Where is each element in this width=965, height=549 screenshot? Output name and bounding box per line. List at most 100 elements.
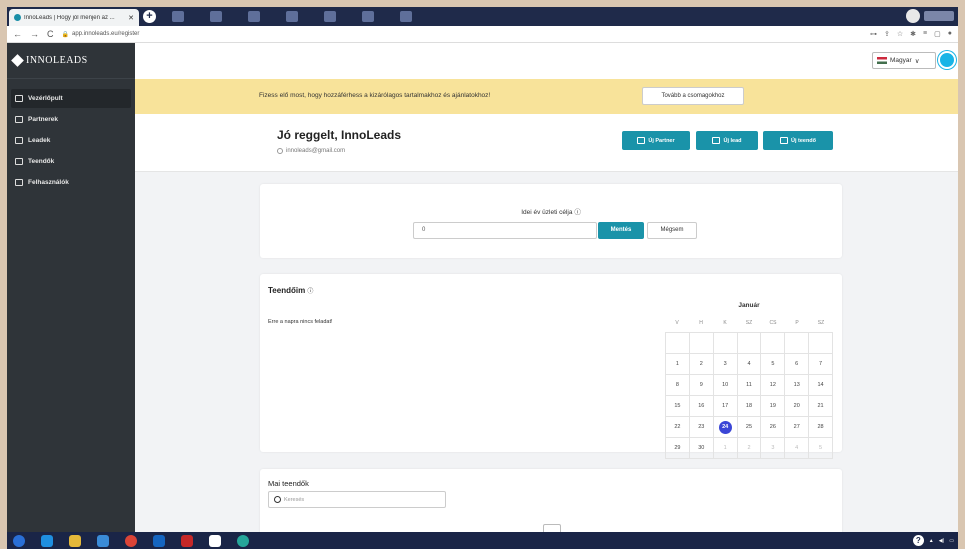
- calendar-day[interactable]: 20: [785, 396, 810, 417]
- calendar-day[interactable]: 12: [761, 375, 786, 396]
- calendar-day[interactable]: 9: [689, 375, 714, 396]
- calendar-day[interactable]: 8: [666, 375, 690, 396]
- browser-tab[interactable]: InnoLeads | Hogy jól menjen az ... ✕: [9, 9, 139, 26]
- calendar-day[interactable]: 13: [785, 375, 810, 396]
- playlist-icon[interactable]: ≡: [923, 30, 927, 38]
- window-buttons[interactable]: [924, 11, 954, 21]
- calendar-day[interactable]: 21: [809, 396, 833, 417]
- language-select[interactable]: Magyar ∨: [872, 52, 936, 69]
- sidebar-item-todos[interactable]: Teendők: [11, 152, 131, 171]
- forward-button[interactable]: →: [30, 29, 39, 39]
- app-icon[interactable]: [286, 11, 298, 22]
- volume-icon[interactable]: ◀): [939, 538, 945, 544]
- new-todo-button[interactable]: Új teendő: [763, 131, 833, 150]
- sidebar-item-leads[interactable]: Leadek: [11, 131, 131, 150]
- sidebar-icon[interactable]: ▢: [934, 30, 941, 38]
- calendar-day[interactable]: 18: [737, 396, 762, 417]
- app-icon[interactable]: [172, 11, 184, 22]
- app-icon[interactable]: [324, 11, 336, 22]
- calendar-day[interactable]: [737, 333, 762, 354]
- app-icon[interactable]: [209, 534, 221, 547]
- calendar-day[interactable]: 5: [809, 438, 833, 459]
- calendar-day[interactable]: 10: [713, 375, 738, 396]
- avatar[interactable]: [938, 51, 956, 69]
- calendar-day[interactable]: 29: [666, 438, 690, 459]
- calendar-day[interactable]: 16: [689, 396, 714, 417]
- goal-input[interactable]: 0: [413, 222, 597, 239]
- packages-button[interactable]: Tovább a csomagokhoz: [642, 87, 744, 105]
- sidebar-item-partners[interactable]: Partnerek: [11, 110, 131, 129]
- file-explorer-icon[interactable]: [69, 534, 81, 547]
- calendar-day[interactable]: 2: [689, 354, 714, 375]
- edge-icon[interactable]: [41, 534, 53, 547]
- calendar-day[interactable]: 5: [761, 354, 786, 375]
- calendar-day[interactable]: 7: [809, 354, 833, 375]
- calendar-weekday: CS: [769, 320, 777, 326]
- calendar-day[interactable]: 1: [713, 438, 738, 459]
- calendar-day[interactable]: 28: [809, 417, 833, 438]
- calendar-weekday: K: [723, 320, 727, 326]
- sidebar-item-dashboard[interactable]: Vezérlőpult: [11, 89, 131, 108]
- calendar-day[interactable]: 3: [713, 354, 738, 375]
- calendar-day[interactable]: 11: [737, 375, 762, 396]
- new-tab-button[interactable]: +: [143, 10, 156, 23]
- app-icon[interactable]: [97, 534, 109, 547]
- tab-close-icon[interactable]: ✕: [128, 14, 134, 22]
- calendar-day[interactable]: 19: [761, 396, 786, 417]
- sidebar-item-users[interactable]: Felhasználók: [11, 173, 131, 192]
- key-icon[interactable]: ⊶: [870, 30, 877, 38]
- extension-icon[interactable]: ✱: [910, 30, 916, 38]
- calendar-day[interactable]: 17: [713, 396, 738, 417]
- info-icon[interactable]: ⓘ: [307, 289, 313, 295]
- calendar-day[interactable]: 15: [666, 396, 690, 417]
- app-icon[interactable]: [400, 11, 412, 22]
- new-lead-button[interactable]: Új lead: [696, 131, 758, 150]
- calendar-day[interactable]: 4: [737, 354, 762, 375]
- calendar-day[interactable]: 2: [737, 438, 762, 459]
- chrome-icon[interactable]: [125, 534, 137, 547]
- clock-icon[interactable]: ▭: [949, 538, 954, 544]
- calendar-day[interactable]: 23: [689, 417, 714, 438]
- calendar-day[interactable]: 24: [713, 417, 738, 438]
- calendar-day[interactable]: [809, 333, 833, 354]
- calendar-day[interactable]: 27: [785, 417, 810, 438]
- share-icon[interactable]: ⇪: [884, 30, 890, 38]
- profile-icon[interactable]: [906, 9, 920, 23]
- save-button[interactable]: Mentés: [598, 222, 644, 239]
- app-icon[interactable]: [362, 11, 374, 22]
- profile-extension-icon[interactable]: ●: [948, 30, 952, 38]
- app-icon[interactable]: [248, 11, 260, 22]
- back-button[interactable]: ←: [13, 29, 22, 39]
- calendar-day[interactable]: [761, 333, 786, 354]
- calendar-day[interactable]: 1: [666, 354, 690, 375]
- calendar-day[interactable]: [785, 333, 810, 354]
- calendar-day[interactable]: 30: [689, 438, 714, 459]
- calendar-day[interactable]: [713, 333, 738, 354]
- app-icon[interactable]: [210, 11, 222, 22]
- email-text: innoleads@gmail.com: [286, 148, 346, 154]
- new-partner-button[interactable]: Új Partner: [622, 131, 690, 150]
- start-icon[interactable]: [13, 534, 25, 547]
- help-icon[interactable]: ?: [912, 535, 924, 546]
- calendar-day[interactable]: 4: [785, 438, 810, 459]
- bookmark-star-icon[interactable]: ☆: [897, 30, 903, 38]
- calendar-day[interactable]: 25: [737, 417, 762, 438]
- cancel-button[interactable]: Mégsem: [647, 222, 697, 239]
- calendar-day[interactable]: 22: [666, 417, 690, 438]
- calendar-day[interactable]: 14: [809, 375, 833, 396]
- calendar-day[interactable]: 3: [761, 438, 786, 459]
- network-icon[interactable]: ▲: [929, 538, 934, 544]
- calendar-day[interactable]: [689, 333, 714, 354]
- info-icon[interactable]: ⓘ: [574, 209, 581, 216]
- logo[interactable]: INNOLEADS: [7, 43, 135, 79]
- calendar-day[interactable]: [666, 333, 690, 354]
- search-input[interactable]: Keresés: [268, 491, 446, 508]
- reload-button[interactable]: C: [47, 29, 54, 39]
- url-field[interactable]: 🔒 app.innoleads.eu/register: [62, 31, 140, 38]
- calendar-day[interactable]: 26: [761, 417, 786, 438]
- app-icon[interactable]: [237, 534, 249, 547]
- outlook-icon[interactable]: [153, 534, 165, 547]
- filezilla-icon[interactable]: [181, 534, 193, 547]
- favicon-icon: [14, 14, 21, 21]
- calendar-day[interactable]: 6: [785, 354, 810, 375]
